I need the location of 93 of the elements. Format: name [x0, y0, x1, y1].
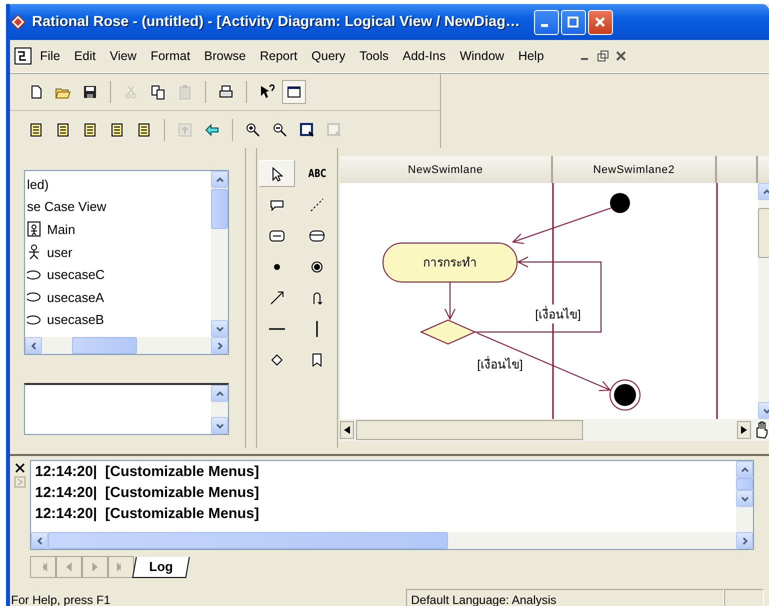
document-icon[interactable] [14, 47, 32, 65]
log-line: 12:14:20| [Customizable Menus] [35, 463, 260, 482]
dashed-line-icon [309, 196, 325, 212]
scroll-right-button[interactable] [737, 421, 751, 439]
scrollbar-thumb[interactable] [356, 420, 583, 440]
status-pane [724, 589, 764, 606]
menu-item[interactable]: Help [512, 47, 550, 65]
scrollbar-thumb[interactable] [211, 189, 228, 229]
close-icon [594, 16, 606, 28]
tree-item[interactable]: Main [47, 222, 76, 237]
triangle-right-icon [741, 426, 747, 434]
end-state-icon [309, 258, 325, 274]
scroll-down-button[interactable] [736, 490, 753, 507]
diagram-icon [55, 122, 71, 138]
menu-item[interactable]: Query [305, 47, 352, 65]
window-icon [286, 84, 302, 100]
activity-label: การกระทำ [423, 254, 477, 272]
close-icon[interactable] [614, 49, 628, 63]
tree-item[interactable]: usecaseB [47, 312, 104, 328]
help-pointer-icon [259, 84, 275, 100]
app-logo-icon [10, 14, 26, 30]
tree-item[interactable]: usecaseA [47, 290, 104, 305]
scroll-down-button[interactable] [211, 320, 228, 337]
decision-node [420, 319, 476, 345]
diagram-icon [136, 122, 152, 138]
horizontal-bar-icon [269, 326, 285, 330]
menu-item[interactable]: Tools [353, 47, 395, 65]
menu-item[interactable]: Browse [198, 47, 252, 65]
log-tab[interactable]: Log [132, 557, 190, 578]
scrollbar-thumb[interactable] [48, 532, 448, 549]
scroll-up-button[interactable] [211, 385, 228, 402]
diagram-icon [109, 122, 125, 138]
save-icon [82, 84, 98, 100]
zoom-out-icon [272, 122, 288, 138]
state-icon [269, 228, 285, 244]
transition-arrow [444, 282, 456, 320]
toolbar-button[interactable] [282, 80, 306, 104]
left-arrow-icon [204, 122, 220, 138]
tree-item[interactable]: usecaseC [47, 267, 105, 282]
log-line: 12:14:20| [Customizable Menus] [35, 505, 260, 524]
printer-icon [218, 84, 234, 100]
tree-item[interactable]: se Case View [27, 199, 106, 214]
menu-item[interactable]: Add-Ins [396, 47, 452, 65]
guard-label: [เงื่อนไข] [477, 354, 523, 374]
diamond-icon [269, 352, 285, 368]
tree-item[interactable]: led) [27, 176, 49, 192]
maximize-button[interactable] [560, 10, 586, 34]
vertical-scrollbar[interactable] [211, 171, 228, 337]
menu-item[interactable]: File [34, 47, 66, 65]
scroll-up-button[interactable] [211, 171, 228, 188]
triangle-left-icon [344, 426, 350, 434]
menu-item[interactable]: Window [454, 47, 510, 65]
menu-item[interactable]: Format [144, 47, 196, 65]
minimize-icon [541, 24, 548, 27]
tool-button[interactable]: ABC [299, 160, 335, 187]
documentation-field[interactable] [24, 383, 229, 435]
window-title: Rational Rose - (untitled) - [Activity Diagram: Logical View / NewDiag… [32, 14, 520, 30]
scrollbar-thumb[interactable] [72, 337, 137, 354]
clipboard-icon [177, 84, 193, 100]
scroll-down-button[interactable] [211, 417, 228, 434]
scrollbar-thumb[interactable] [736, 478, 753, 490]
vertical-scrollbar[interactable] [736, 461, 753, 532]
fit-window-icon [326, 122, 342, 138]
tool-button[interactable] [259, 160, 295, 187]
end-node [610, 380, 640, 410]
diagram-icon [28, 122, 44, 138]
maximize-icon [567, 16, 580, 28]
restore-icon[interactable] [596, 49, 610, 63]
actor-icon [27, 244, 41, 260]
fit-window-icon [299, 122, 315, 138]
guard-label: [เงื่อนไข] [535, 304, 581, 324]
scroll-left-button[interactable] [340, 421, 354, 439]
vertical-bar-icon [315, 320, 319, 336]
activity-icon [309, 228, 325, 244]
close-button[interactable] [588, 10, 613, 34]
horizontal-scrollbar[interactable] [25, 337, 228, 354]
menu-item[interactable]: Edit [68, 47, 102, 65]
menu-item[interactable]: Report [254, 47, 304, 65]
scroll-up-button[interactable] [736, 461, 753, 478]
minimize-button[interactable] [534, 10, 559, 34]
arrow-icon [269, 290, 285, 306]
tree-item[interactable]: user [47, 244, 72, 260]
horizontal-scrollbar[interactable] [340, 419, 769, 441]
zoom-in-icon [245, 122, 261, 138]
diagram-icon [82, 122, 98, 138]
diagram-icon [27, 221, 41, 238]
copy-icon [150, 84, 166, 100]
horizontal-scrollbar[interactable] [31, 532, 753, 549]
scissors-icon [123, 84, 139, 100]
close-icon[interactable] [14, 462, 26, 474]
log-line: 12:14:20| [Customizable Menus] [35, 484, 260, 503]
menu-item[interactable]: View [104, 47, 143, 65]
start-node [610, 193, 630, 213]
